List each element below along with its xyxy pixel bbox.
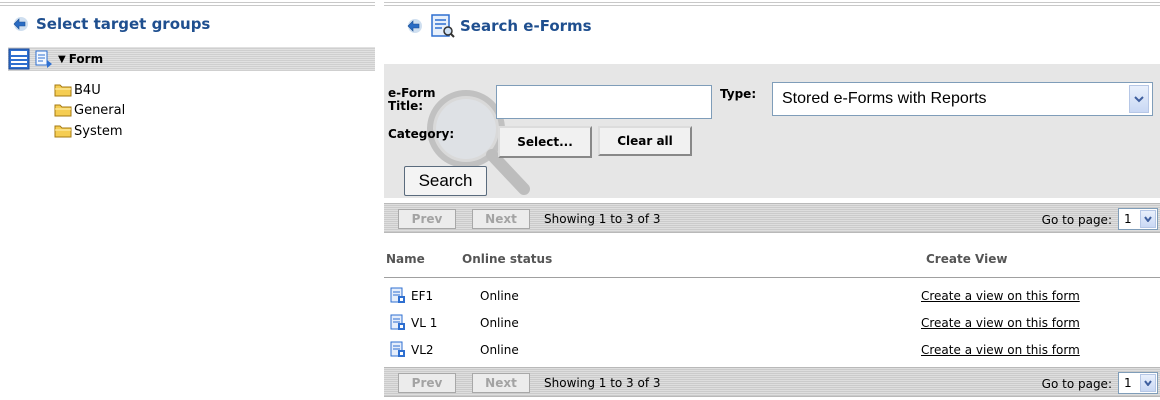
tree-root-label[interactable]: Form — [69, 52, 103, 66]
next-button[interactable]: Next — [472, 209, 530, 229]
right-panel-title: Search e-Forms — [460, 17, 592, 35]
folder-icon — [54, 84, 72, 97]
right-panel-header: Search e-Forms — [384, 0, 1160, 40]
row-status: Online — [480, 315, 519, 330]
page-select[interactable]: 1 — [1118, 208, 1158, 230]
prev-button[interactable]: Prev — [398, 209, 456, 229]
collapse-triangle-icon[interactable]: ▼ — [58, 54, 66, 65]
row-status: Online — [480, 342, 519, 357]
clear-all-button[interactable]: Clear all — [598, 126, 692, 156]
folder-label: System — [74, 123, 123, 139]
search-form: e-Form Title: Type: Stored e-Forms with … — [384, 64, 1160, 198]
folder-icon — [54, 104, 72, 117]
page-select[interactable]: 1 — [1118, 372, 1158, 394]
table-row: EF1 Online Create a view on this form — [384, 282, 1160, 309]
create-view-link[interactable]: Create a view on this form — [921, 316, 1080, 330]
tree-folder-system[interactable]: System — [54, 122, 122, 140]
folder-label: General — [74, 102, 126, 118]
eform-icon — [390, 287, 405, 303]
results-table-header: Name Online status Create View — [384, 240, 1160, 278]
showing-count: Showing 1 to 3 of 3 — [544, 376, 661, 390]
form-tree-icon[interactable] — [34, 49, 54, 69]
table-row: VL 1 Online Create a view on this form — [384, 309, 1160, 336]
header-rule — [0, 2, 375, 6]
type-label: Type: — [720, 87, 757, 101]
back-arrow-icon[interactable] — [404, 15, 426, 37]
chevron-down-icon[interactable] — [1129, 85, 1149, 113]
folder-icon — [54, 125, 72, 138]
eform-icon — [390, 341, 405, 357]
category-label: Category: — [388, 127, 455, 141]
showing-count: Showing 1 to 3 of 3 — [544, 212, 661, 226]
row-name: VL 1 — [411, 315, 438, 330]
table-row: VL2 Online Create a view on this form — [384, 336, 1160, 363]
eform-icon — [390, 314, 405, 330]
left-panel-header: Select target groups — [0, 0, 375, 40]
column-create-view[interactable]: Create View — [926, 252, 1007, 266]
page-select-value: 1 — [1124, 376, 1132, 390]
folder-label: B4U — [74, 82, 101, 98]
select-category-button[interactable]: Select... — [498, 126, 592, 158]
left-panel-title: Select target groups — [36, 15, 211, 33]
row-name: EF1 — [411, 288, 434, 303]
type-select-value: Stored e-Forms with Reports — [782, 90, 987, 107]
row-status: Online — [480, 288, 519, 303]
tree-root-bar: ▼ Form — [8, 47, 375, 71]
column-name[interactable]: Name — [386, 252, 425, 266]
form-list-icon[interactable] — [8, 48, 30, 70]
header-rule — [384, 2, 1160, 6]
tree-folder-general[interactable]: General — [54, 101, 125, 119]
chevron-down-icon[interactable] — [1140, 210, 1156, 228]
next-button[interactable]: Next — [472, 373, 530, 393]
pager-bottom: Prev Next Showing 1 to 3 of 3 Go to page… — [384, 367, 1160, 397]
create-view-link[interactable]: Create a view on this form — [921, 289, 1080, 303]
prev-button[interactable]: Prev — [398, 373, 456, 393]
type-select[interactable]: Stored e-Forms with Reports — [772, 82, 1153, 116]
chevron-down-icon[interactable] — [1140, 374, 1156, 392]
back-arrow-icon[interactable] — [10, 13, 32, 35]
column-online-status[interactable]: Online status — [462, 252, 552, 266]
row-name: VL2 — [411, 342, 434, 357]
pager-top: Prev Next Showing 1 to 3 of 3 Go to page… — [384, 203, 1160, 233]
search-form-icon — [430, 13, 456, 39]
create-view-link[interactable]: Create a view on this form — [921, 343, 1080, 357]
header-divider — [384, 277, 1160, 278]
tree-folder-b4u[interactable]: B4U — [54, 81, 101, 99]
search-button[interactable]: Search — [404, 166, 487, 196]
goto-page-label: Go to page: — [1041, 377, 1112, 391]
page-select-value: 1 — [1124, 212, 1132, 226]
eform-title-input[interactable] — [496, 85, 712, 119]
goto-page-label: Go to page: — [1041, 213, 1112, 227]
title-label-line2: Title: — [388, 99, 424, 113]
